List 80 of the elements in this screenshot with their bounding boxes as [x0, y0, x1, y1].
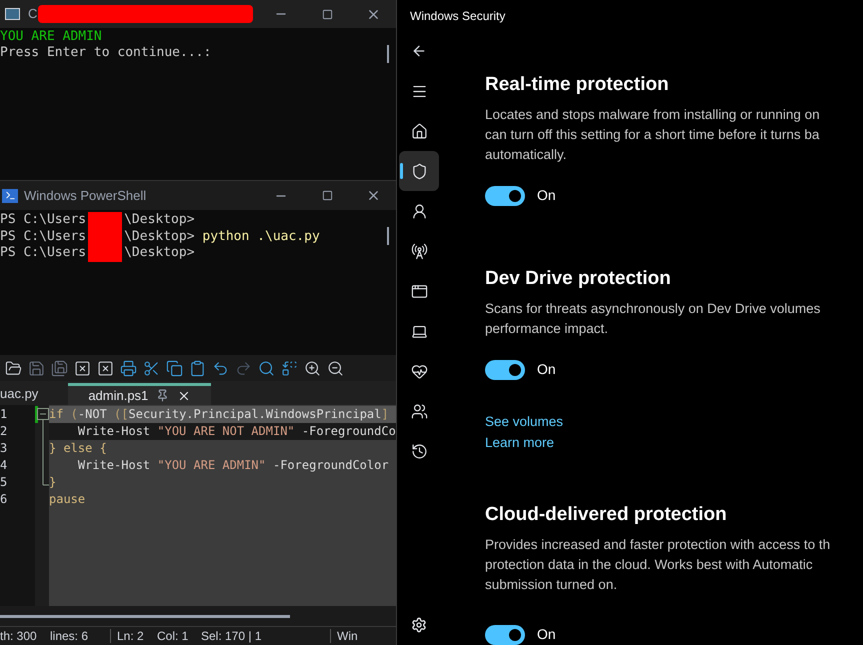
back-icon[interactable] — [411, 43, 427, 59]
save-icon[interactable] — [28, 360, 45, 376]
line-number: 5 — [0, 474, 8, 491]
code-line: } else { — [49, 440, 108, 457]
toggle-label: On — [537, 186, 556, 205]
close-file-icon[interactable] — [74, 360, 91, 376]
status-text: Win — [337, 628, 358, 645]
line-number: 2 — [0, 423, 8, 440]
line-number: 4 — [0, 457, 8, 474]
prompt-text: \Desktop> — [124, 212, 195, 228]
horizontal-scrollbar-thumb[interactable] — [0, 614, 290, 618]
code-line: Write-Host "YOU ARE ADMIN" -ForegroundColor — [76, 457, 390, 474]
maximize-icon[interactable] — [322, 8, 332, 20]
line-number: 3 — [0, 440, 8, 457]
status-text: lines: 6 — [50, 628, 90, 645]
editor-tab[interactable]: uac.py — [0, 383, 66, 405]
zoom-out-icon[interactable] — [327, 360, 344, 376]
toggle-label: On — [537, 625, 556, 644]
close-all-icon[interactable] — [97, 360, 114, 376]
section-title: Cloud-delivered protection — [485, 503, 728, 527]
printer-icon[interactable] — [120, 360, 137, 376]
status-text: Sel: 170 | 1 — [201, 628, 262, 645]
section-description: Locates and stops malware from installing or running on can turn off this setting for a short time before it turns ba automatically. — [485, 106, 821, 164]
window-title: Windows PowerShell — [24, 186, 146, 205]
selection-indicator — [400, 163, 403, 179]
maximize-icon[interactable] — [322, 190, 332, 201]
prompt-text: PS C:\Users — [0, 245, 86, 262]
code-line: pause — [49, 491, 86, 508]
cut-icon[interactable] — [143, 360, 160, 376]
line-number: 6 — [0, 491, 8, 508]
window-title: Windows Security — [410, 8, 506, 24]
link[interactable]: Learn more — [485, 432, 554, 453]
toggle-switch[interactable] — [485, 360, 525, 380]
home-icon — [410, 122, 428, 140]
console-line: Press Enter to continue...: — [0, 45, 212, 61]
zoom-in-icon[interactable] — [304, 360, 321, 376]
shield-icon — [410, 162, 428, 180]
paste-icon[interactable] — [189, 360, 206, 376]
redaction-mark — [88, 212, 122, 228]
section-title: Dev Drive protection — [485, 267, 672, 291]
scrollbar-thumb[interactable] — [387, 45, 389, 63]
line-number: 1 — [0, 406, 8, 423]
prompt-text: PS C:\Users — [0, 212, 86, 228]
antenna-icon — [410, 242, 428, 260]
replace-icon[interactable] — [281, 360, 298, 376]
person-icon — [410, 202, 428, 220]
pin-icon[interactable] — [156, 389, 170, 402]
toggle-switch[interactable] — [485, 624, 525, 644]
change-marker — [35, 406, 38, 423]
toggle-switch[interactable] — [485, 186, 525, 206]
status-text: th: 300 — [0, 628, 38, 645]
folder-icon[interactable] — [5, 360, 22, 376]
redaction-mark — [88, 245, 122, 262]
prompt-text: PS C:\Users — [0, 228, 86, 245]
editor-tab[interactable]: admin.ps1 — [68, 383, 212, 405]
prompt-text: \Desktop> — [124, 228, 195, 245]
nav-item[interactable] — [399, 151, 439, 191]
history-icon — [410, 442, 428, 460]
browser-window-icon — [410, 282, 428, 300]
code-line: } — [49, 474, 58, 491]
toggle-label: On — [537, 360, 556, 379]
section-title: Real-time protection — [485, 73, 670, 97]
save-all-icon[interactable] — [51, 360, 68, 376]
powershell-icon — [2, 188, 18, 202]
status-text: Ln: 2 — [117, 628, 145, 645]
command-text: python .\uac.py — [201, 228, 320, 245]
scrollbar-thumb[interactable] — [387, 227, 389, 245]
copy-icon[interactable] — [166, 360, 183, 376]
people-icon — [410, 402, 428, 420]
section-description: Provides increased and faster protection with access to th protection data in the cloud. Works best with Automatic submission turned on. — [485, 536, 832, 594]
undo-icon[interactable] — [212, 360, 229, 376]
console-icon — [5, 8, 20, 20]
link[interactable]: See volumes — [485, 411, 564, 432]
window-title: C — [28, 5, 38, 24]
search-icon[interactable] — [258, 360, 275, 376]
prompt-text: \Desktop> — [124, 245, 195, 262]
status-text: Col: 1 — [157, 628, 190, 645]
heart-pulse-icon — [410, 362, 428, 380]
section-description: Scans for threats asynchronously on Dev Drive volumes performance impact. — [485, 300, 822, 338]
console-line: YOU ARE ADMIN — [0, 29, 102, 45]
